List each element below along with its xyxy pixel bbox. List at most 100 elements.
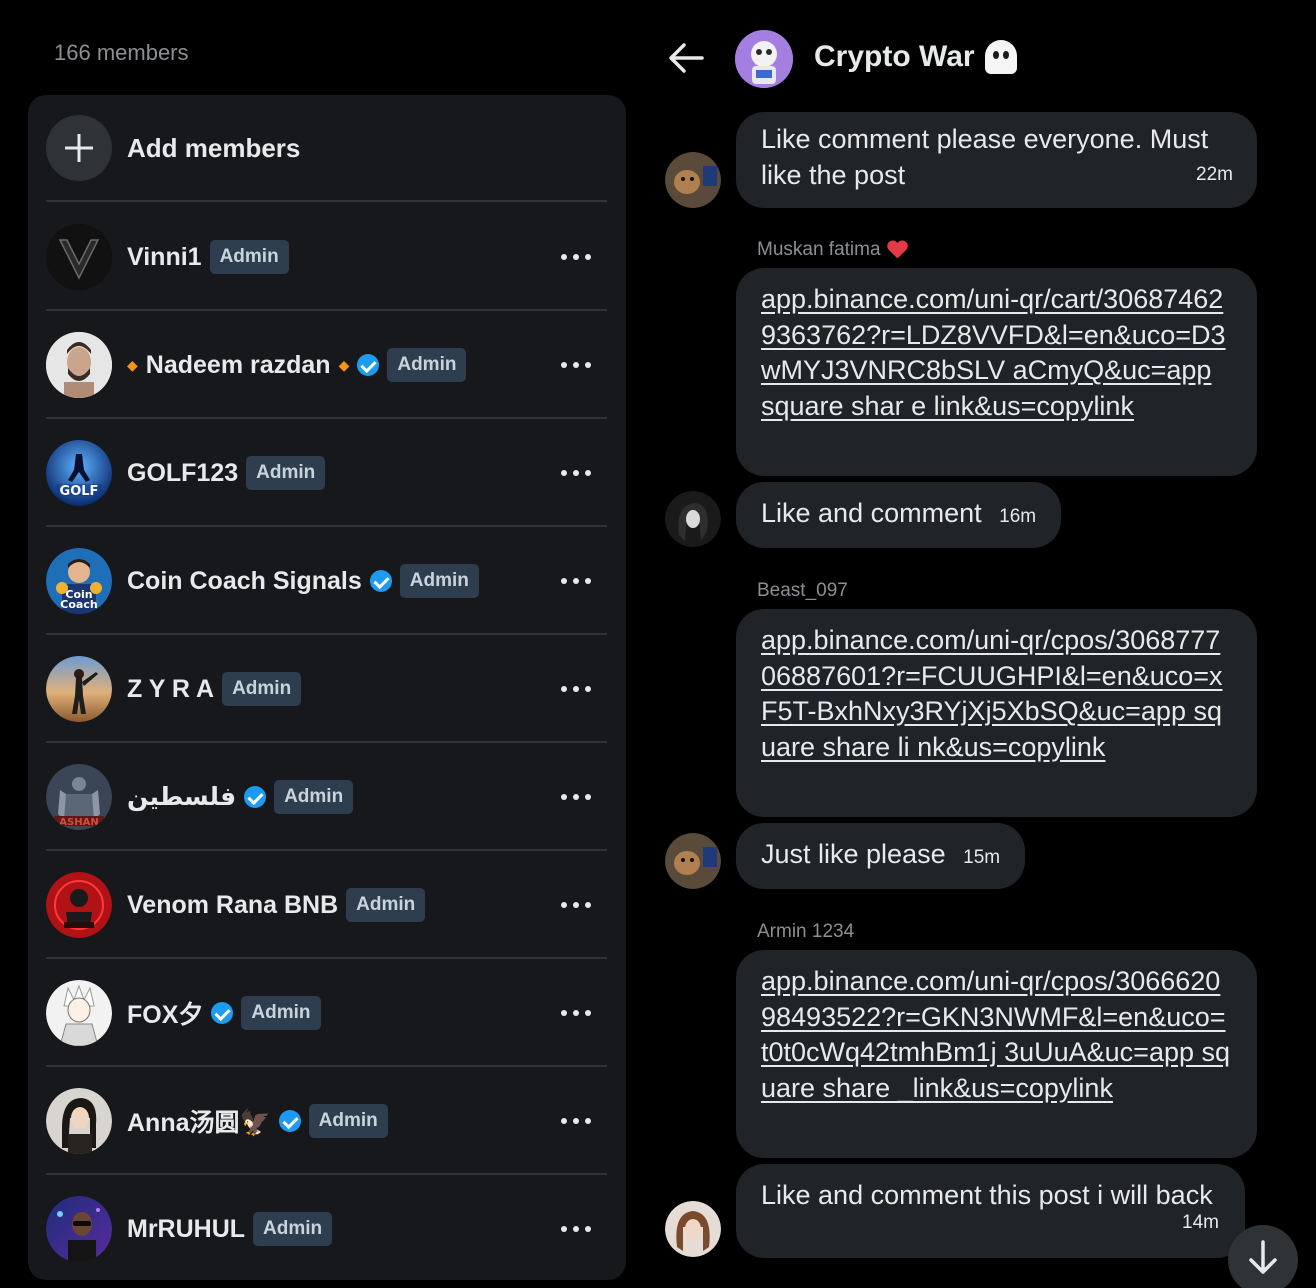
message-bubble[interactable]: Like and comment 16m: [736, 482, 1062, 548]
avatar[interactable]: [46, 224, 112, 290]
members-list: Add members Vinni1 Admin ◆ Nadeem razdan…: [28, 95, 626, 1280]
member-name: MrRUHUL: [127, 1214, 246, 1243]
svg-text:Coach: Coach: [60, 598, 97, 611]
admin-badge: Admin: [209, 240, 289, 274]
member-row[interactable]: FOX夕 Admin: [46, 959, 607, 1067]
message-bubble[interactable]: app.binance.com/uni-qr/cpos/306662098493…: [736, 950, 1257, 1158]
member-row[interactable]: ◆ Nadeem razdan ◆ Admin: [46, 311, 607, 419]
svg-text:GOLF: GOLF: [60, 484, 99, 499]
message-text: Like and comment: [761, 498, 982, 528]
admin-badge: Admin: [274, 780, 354, 814]
message-time: 22m: [1196, 163, 1233, 185]
more-options-icon[interactable]: [561, 891, 591, 919]
member-row[interactable]: MrRUHUL Admin: [46, 1175, 607, 1280]
more-options-icon[interactable]: [561, 459, 591, 487]
avatar[interactable]: [46, 656, 112, 722]
scroll-down-button[interactable]: [1228, 1225, 1298, 1288]
message-bubble[interactable]: Just like please 15m: [736, 823, 1026, 889]
diamond-icon: ◆: [127, 356, 138, 373]
sender-avatar[interactable]: [665, 152, 721, 208]
message-time: 15m: [963, 847, 1001, 868]
member-name-wrap: Anna汤圆🦅 Admin: [127, 1067, 388, 1175]
sender-name: Muskan fatima: [757, 239, 907, 261]
sender-name-text: Muskan fatima: [757, 239, 881, 260]
sender-name-text: Armin 1234: [757, 921, 855, 942]
avatar[interactable]: [46, 332, 112, 398]
member-name: Coin Coach Signals: [127, 566, 362, 595]
members-count: 166 members: [54, 40, 189, 65]
add-members-label: Add members: [127, 133, 301, 163]
member-name: Nadeem razdan: [145, 350, 331, 379]
member-name-wrap: Z Y R A Admin: [127, 635, 302, 743]
member-row[interactable]: GOLF GOLF123 Admin: [46, 419, 607, 527]
verified-icon: [211, 1002, 234, 1024]
add-members-button[interactable]: Add members: [46, 95, 607, 202]
member-name-wrap: MrRUHUL Admin: [127, 1175, 333, 1280]
more-options-icon[interactable]: [561, 567, 591, 595]
member-name-wrap: ◆ Nadeem razdan ◆ Admin: [127, 311, 467, 419]
avatar[interactable]: [46, 872, 112, 938]
ghost-icon: [984, 40, 1017, 74]
member-name-wrap: Coin Coach Signals Admin: [127, 527, 479, 635]
admin-badge: Admin: [222, 672, 302, 706]
member-row[interactable]: Vinni1 Admin: [46, 203, 607, 311]
member-name: Venom Rana BNB: [127, 890, 339, 919]
sender-avatar[interactable]: [665, 491, 721, 547]
svg-text:ASHAN: ASHAN: [59, 817, 98, 828]
verified-icon: [357, 354, 380, 376]
member-name: FOX夕: [127, 1001, 204, 1029]
sender-avatar[interactable]: [665, 1201, 721, 1257]
arrow-down-icon: [1249, 1240, 1277, 1274]
member-row[interactable]: Z Y R A Admin: [46, 635, 607, 743]
sender-avatar[interactable]: [665, 833, 721, 889]
app-root: 166 members Add members Vinni1 Admin ◆ N…: [0, 0, 1316, 1288]
member-row[interactable]: ASHAN فلسطين Admin: [46, 743, 607, 851]
avatar[interactable]: Coin Coach: [46, 548, 112, 614]
more-options-icon[interactable]: [561, 1215, 591, 1243]
member-row[interactable]: Anna汤圆🦅 Admin: [46, 1067, 607, 1175]
message-link[interactable]: app.binance.com/uni-qr/cpos/306662098493…: [761, 964, 1232, 1106]
member-name-wrap: FOX夕 Admin: [127, 959, 321, 1067]
more-options-icon[interactable]: [561, 243, 591, 271]
back-arrow-icon[interactable]: [666, 40, 706, 76]
avatar[interactable]: [46, 980, 112, 1046]
chat-title-text: Crypto War: [814, 40, 975, 73]
admin-badge: Admin: [399, 564, 479, 598]
admin-badge: Admin: [246, 456, 326, 490]
sender-name-text: Beast_097: [757, 580, 848, 601]
message-link[interactable]: app.binance.com/uni-qr/cart/306874629363…: [761, 282, 1232, 424]
message-bubble[interactable]: app.binance.com/uni-qr/cart/306874629363…: [736, 268, 1257, 476]
admin-badge: Admin: [387, 348, 467, 382]
more-options-icon[interactable]: [561, 999, 591, 1027]
avatar[interactable]: [46, 1196, 112, 1262]
group-avatar[interactable]: [735, 30, 793, 88]
member-name-wrap: فلسطين Admin: [127, 743, 354, 851]
more-options-icon[interactable]: [561, 1107, 591, 1135]
verified-icon: [244, 786, 267, 808]
message-link[interactable]: app.binance.com/uni-qr/cpos/306877706887…: [761, 623, 1232, 765]
more-options-icon[interactable]: [561, 783, 591, 811]
verified-icon: [278, 1110, 301, 1132]
member-name: Anna汤圆🦅: [127, 1109, 271, 1137]
message-time: 16m: [999, 506, 1037, 527]
plus-icon: [46, 115, 112, 181]
more-options-icon[interactable]: [561, 675, 591, 703]
message-bubble[interactable]: app.binance.com/uni-qr/cpos/306877706887…: [736, 609, 1257, 817]
avatar[interactable]: GOLF: [46, 440, 112, 506]
avatar[interactable]: [46, 1088, 112, 1154]
heart-icon: [887, 241, 907, 259]
message-text: Like and comment this post i will back: [761, 1180, 1213, 1210]
admin-badge: Admin: [241, 996, 321, 1030]
member-name: Vinni1: [127, 242, 202, 271]
member-name-wrap: Vinni1 Admin: [127, 203, 289, 311]
member-name: Z Y R A: [127, 674, 215, 703]
member-row[interactable]: Coin Coach Coin Coach Signals Admin: [46, 527, 607, 635]
message-bubble[interactable]: Like and comment this post i will back 1…: [736, 1164, 1245, 1258]
message-bubble[interactable]: Like comment please everyone. Must like …: [736, 112, 1257, 208]
member-row[interactable]: Venom Rana BNB Admin: [46, 851, 607, 959]
admin-badge: Admin: [253, 1212, 333, 1246]
chat-title: Crypto War: [814, 40, 1017, 74]
more-options-icon[interactable]: [561, 351, 591, 379]
avatar[interactable]: ASHAN: [46, 764, 112, 830]
message-time: 14m: [1182, 1211, 1219, 1233]
